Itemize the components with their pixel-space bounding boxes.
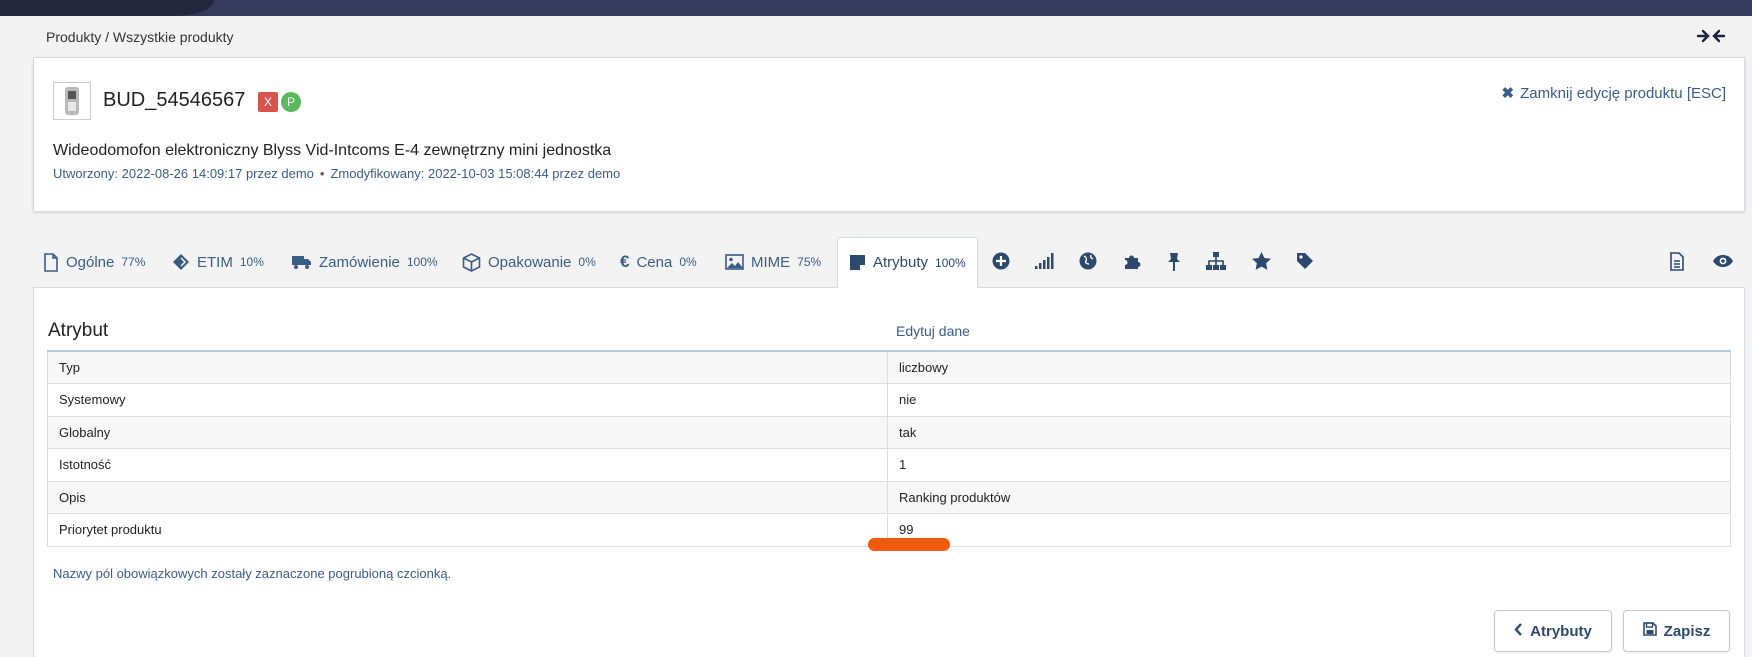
attr-value: 1 xyxy=(887,448,1731,482)
save-button[interactable]: Zapisz xyxy=(1623,610,1730,652)
signal-icon[interactable] xyxy=(1033,249,1057,273)
edit-data-link[interactable]: Edytuj dane xyxy=(896,323,970,339)
tab-label: Zamówienie xyxy=(319,253,400,271)
attr-value: Ranking produktów xyxy=(887,480,1731,514)
attr-key: Opis xyxy=(47,480,888,514)
close-edit-button[interactable]: ✖ Zamknij edycję produktu [ESC] xyxy=(1502,84,1727,102)
plus-circle-icon[interactable] xyxy=(989,249,1013,273)
status-badge-p: P xyxy=(281,92,301,112)
navbar-corner xyxy=(0,0,214,16)
attributes-table: Typ liczbowy Systemowy nie Globalny tak Ist… xyxy=(47,350,1731,547)
collapse-arrows-icon[interactable] xyxy=(1696,26,1726,46)
product-name: Wideodomofon elektroniczny Blyss Vid-Int… xyxy=(53,142,612,159)
product-meta: Utworzony: 2022-08-26 14:09:17 przez dem… xyxy=(53,166,620,181)
save-button-label: Zapisz xyxy=(1663,622,1711,640)
table-row: Opis Ranking produktów xyxy=(47,480,1731,514)
close-icon: ✖ xyxy=(1501,85,1515,102)
back-to-attributes-button[interactable]: Atrybuty xyxy=(1494,610,1612,652)
truck-icon xyxy=(292,254,312,270)
product-tabs: Ogólne 77% ETIM 10% Zamówienie 100% Opakowa… xyxy=(33,237,1745,288)
attr-value: 99 xyxy=(887,513,1731,547)
eye-icon[interactable] xyxy=(1711,249,1735,273)
tab-percent: 0% xyxy=(679,255,697,269)
pin-icon[interactable] xyxy=(1162,249,1186,273)
tab-label: Ogólne xyxy=(66,253,115,271)
file-icon xyxy=(43,252,59,272)
tab-percent: 77% xyxy=(121,255,146,269)
breadcrumb[interactable]: Produkty / Wszystkie produkty xyxy=(46,29,234,45)
tab-label: Opakowanie xyxy=(488,253,572,271)
star-icon[interactable] xyxy=(1249,249,1273,273)
tab-percent: 0% xyxy=(578,255,596,269)
tab-percent: 10% xyxy=(239,255,264,269)
save-icon xyxy=(1642,622,1657,640)
chevron-left-icon xyxy=(1514,622,1523,640)
modified-info: Zmodyfikowany: 2022-10-03 15:08:44 przez… xyxy=(330,166,621,181)
tab-atrybuty[interactable]: Atrybuty 100% xyxy=(837,237,978,288)
status-badge-x: X xyxy=(258,92,278,112)
tab-ogolne[interactable]: Ogólne 77% xyxy=(43,237,145,287)
attr-key: Typ xyxy=(47,350,888,384)
sitemap-icon[interactable] xyxy=(1204,249,1228,273)
tag-icon[interactable] xyxy=(1293,249,1317,273)
table-row: Systemowy nie xyxy=(47,383,1731,417)
tab-percent: 100% xyxy=(935,255,966,270)
table-row: Istotność 1 xyxy=(47,448,1731,482)
required-fields-note: Nazwy pól obowiązkowych zostały zaznaczo… xyxy=(53,566,452,581)
box-icon xyxy=(462,252,481,272)
attr-value: tak xyxy=(887,415,1731,449)
sticky-note-icon xyxy=(849,254,866,271)
table-row: Globalny tak xyxy=(47,415,1731,449)
created-info: Utworzony: 2022-08-26 14:09:17 przez dem… xyxy=(53,166,314,181)
product-thumbnail[interactable] xyxy=(53,82,91,120)
diamond-icon xyxy=(172,253,190,271)
attr-key: Istotność xyxy=(47,448,888,482)
meta-separator: • xyxy=(319,166,325,181)
tab-percent: 100% xyxy=(406,255,438,269)
tab-mime[interactable]: MIME 75% xyxy=(725,237,821,287)
puzzle-icon[interactable] xyxy=(1120,249,1144,273)
tab-label: Cena xyxy=(636,253,673,271)
document-icon[interactable] xyxy=(1665,249,1689,273)
table-row: Typ liczbowy xyxy=(47,350,1731,384)
tab-label: MIME xyxy=(751,253,791,271)
tab-zamowienie[interactable]: Zamówienie 100% xyxy=(292,237,438,287)
tab-opakowanie[interactable]: Opakowanie 0% xyxy=(462,237,596,287)
attr-value: nie xyxy=(887,383,1731,417)
attr-value: liczbowy xyxy=(887,350,1731,384)
tab-etim[interactable]: ETIM 10% xyxy=(172,237,264,287)
attr-key: Globalny xyxy=(47,415,888,449)
tab-cena[interactable]: € Cena 0% xyxy=(620,237,697,287)
highlight-underline xyxy=(868,538,950,551)
product-sku: BUD_54546567 xyxy=(103,89,246,111)
globe-icon[interactable] xyxy=(1076,249,1100,273)
attr-key: Systemowy xyxy=(47,383,888,417)
close-edit-label: Zamknij edycję produktu [ESC] xyxy=(1520,85,1726,102)
tab-percent: 75% xyxy=(797,255,822,269)
top-navbar xyxy=(0,0,1752,16)
product-header-card: BUD_54546567 X P ✖ Zamknij edycję produkt… xyxy=(33,57,1745,212)
attribute-heading: Atrybut xyxy=(48,320,109,341)
back-button-label: Atrybuty xyxy=(1530,622,1592,640)
image-icon xyxy=(725,254,744,270)
tab-label: Atrybuty xyxy=(873,254,929,271)
attr-key: Priorytet produktu xyxy=(47,513,888,547)
attributes-panel: Atrybut Edytuj dane Typ liczbowy Systemow… xyxy=(33,287,1745,657)
euro-icon: € xyxy=(620,252,630,271)
tab-label: ETIM xyxy=(197,253,233,271)
